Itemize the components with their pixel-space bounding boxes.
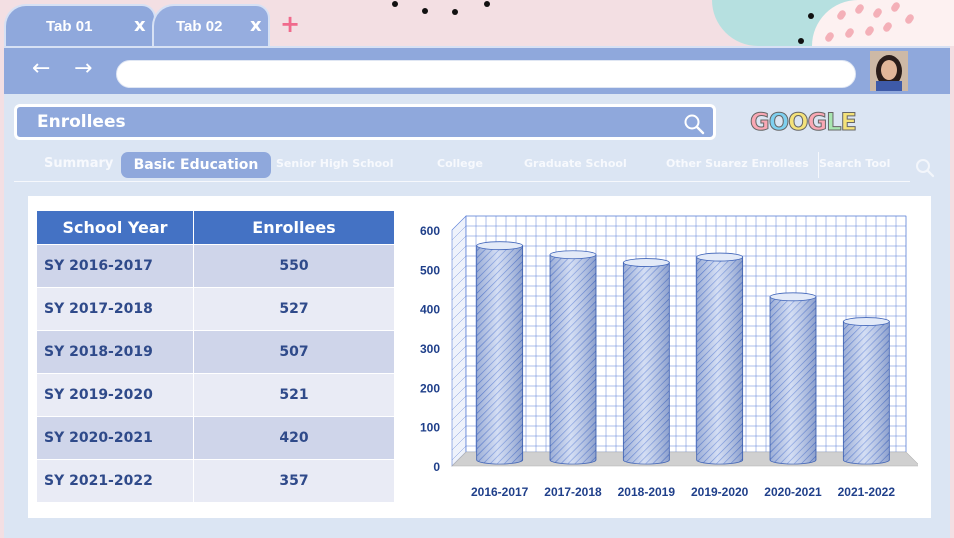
bar-shading — [770, 296, 816, 464]
nav-basic-education[interactable]: Basic Education — [121, 152, 271, 178]
chart-bar — [769, 292, 817, 465]
search-bar[interactable]: Enrollees — [14, 104, 716, 140]
enrollees-bar-chart: 0 100 200 300 400 500 600 2016-2017 2017-2018 201… — [420, 215, 918, 499]
table-header-row: School Year Enrollees — [36, 210, 395, 245]
decorative-dot — [422, 8, 428, 14]
chart-bar — [696, 252, 744, 465]
x-tick-label: 2020-2021 — [764, 485, 822, 499]
bar-top — [696, 252, 744, 262]
column-header: School Year — [36, 210, 194, 245]
logo-letter: O — [768, 108, 789, 137]
tab-close-icon[interactable]: x — [250, 15, 262, 36]
bar-shading — [476, 245, 523, 464]
decorative-dot — [452, 9, 458, 15]
logo-letter: G — [750, 108, 771, 137]
y-tick-label: 400 — [420, 303, 440, 317]
school-year-cell: SY 2019-2020 — [36, 373, 194, 417]
logo-letter: O — [788, 108, 809, 137]
nav-graduate-school[interactable]: Graduate School — [524, 157, 627, 170]
back-arrow-icon[interactable]: ← — [32, 58, 50, 80]
logo-letter: L — [826, 108, 842, 137]
browser-toolbar: ← → — [4, 46, 950, 94]
bar-top — [769, 292, 817, 302]
y-tick-label: 600 — [420, 224, 440, 238]
tab-01[interactable]: Tab 01 x — [4, 4, 156, 48]
bar-shading — [550, 254, 596, 464]
x-tick-label: 2017-2018 — [544, 485, 602, 499]
enrollees-cell: 507 — [193, 330, 395, 374]
y-tick-label: 300 — [420, 342, 440, 356]
tab-label: Tab 02 — [176, 18, 223, 35]
school-year-cell: SY 2021-2022 — [36, 459, 194, 503]
chart-bar — [842, 317, 890, 465]
nav-summary[interactable]: Summary — [44, 156, 113, 171]
section-nav: Summary Basic Education Senior High Scho… — [14, 148, 935, 182]
avatar-image — [870, 51, 908, 91]
school-year-cell: SY 2016-2017 — [36, 244, 194, 288]
search-query[interactable]: Enrollees — [37, 112, 126, 132]
logo-letter: E — [840, 108, 857, 137]
logo-letter: G — [807, 108, 828, 137]
tab-label: Tab 01 — [46, 18, 93, 35]
enrollees-cell: 420 — [193, 416, 395, 460]
nav-other-suarez-enrollees[interactable]: Other Suarez Enrollees — [666, 157, 809, 170]
bar-top — [476, 241, 524, 251]
search-icon[interactable] — [683, 113, 705, 135]
bar-shading — [696, 257, 743, 464]
search-tool-icon[interactable] — [914, 157, 936, 179]
enrollees-cell: 550 — [193, 244, 395, 288]
page-content: Enrollees GOOGLE Summary Basic Education… — [4, 94, 950, 538]
decorative-dot — [798, 38, 804, 44]
tab-02[interactable]: Tab 02 x — [152, 4, 270, 48]
forward-arrow-icon[interactable]: → — [74, 58, 92, 80]
x-tick-label: 2021-2022 — [838, 485, 896, 499]
enrollees-cell: 357 — [193, 459, 395, 503]
decorative-dot — [392, 1, 398, 7]
decorative-dot — [808, 13, 814, 19]
bar-shading — [623, 262, 670, 464]
table-row: SY 2020-2021 420 — [36, 416, 395, 460]
column-header: Enrollees — [193, 210, 395, 245]
y-tick-label: 200 — [420, 381, 440, 395]
table-row: SY 2018-2019 507 — [36, 330, 395, 374]
nav-search-tool[interactable]: Search Tool — [819, 157, 890, 170]
address-bar[interactable] — [116, 60, 856, 88]
y-tick-label: 500 — [420, 263, 440, 277]
decorative-dot — [484, 1, 490, 7]
bar-top — [842, 317, 890, 326]
bar-top — [622, 258, 670, 267]
google-logo: GOOGLE — [750, 108, 858, 137]
table-row: SY 2019-2020 521 — [36, 373, 395, 417]
content-panel: School Year Enrollees SY 2016-2017 550 S… — [28, 196, 931, 518]
y-tick-label: 0 — [433, 460, 440, 474]
table-row: SY 2017-2018 527 — [36, 287, 395, 331]
y-tick-label: 100 — [420, 421, 440, 435]
chart-bar — [549, 250, 597, 465]
table-row: SY 2016-2017 550 — [36, 244, 395, 288]
x-tick-label: 2018-2019 — [618, 485, 676, 499]
bar-shading — [843, 321, 890, 464]
school-year-cell: SY 2018-2019 — [36, 330, 194, 374]
enrollees-table: School Year Enrollees SY 2016-2017 550 S… — [36, 210, 395, 503]
decorative-pink-shape — [812, 0, 954, 46]
school-year-cell: SY 2020-2021 — [36, 416, 194, 460]
user-avatar[interactable] — [870, 51, 908, 91]
nav-college[interactable]: College — [437, 157, 483, 170]
chart-side-wall — [451, 215, 467, 467]
enrollees-cell: 521 — [193, 373, 395, 417]
table-row: SY 2021-2022 357 — [36, 459, 395, 503]
bar-top — [549, 250, 597, 260]
chart-bar — [476, 241, 524, 465]
nav-senior-high-school[interactable]: Senior High School — [276, 157, 393, 170]
enrollees-cell: 527 — [193, 287, 395, 331]
chart-bar — [622, 258, 670, 465]
x-tick-label: 2016-2017 — [471, 485, 529, 499]
x-tick-label: 2019-2020 — [691, 485, 749, 499]
new-tab-plus-icon[interactable]: + — [280, 12, 300, 36]
tab-close-icon[interactable]: x — [134, 15, 146, 36]
school-year-cell: SY 2017-2018 — [36, 287, 194, 331]
